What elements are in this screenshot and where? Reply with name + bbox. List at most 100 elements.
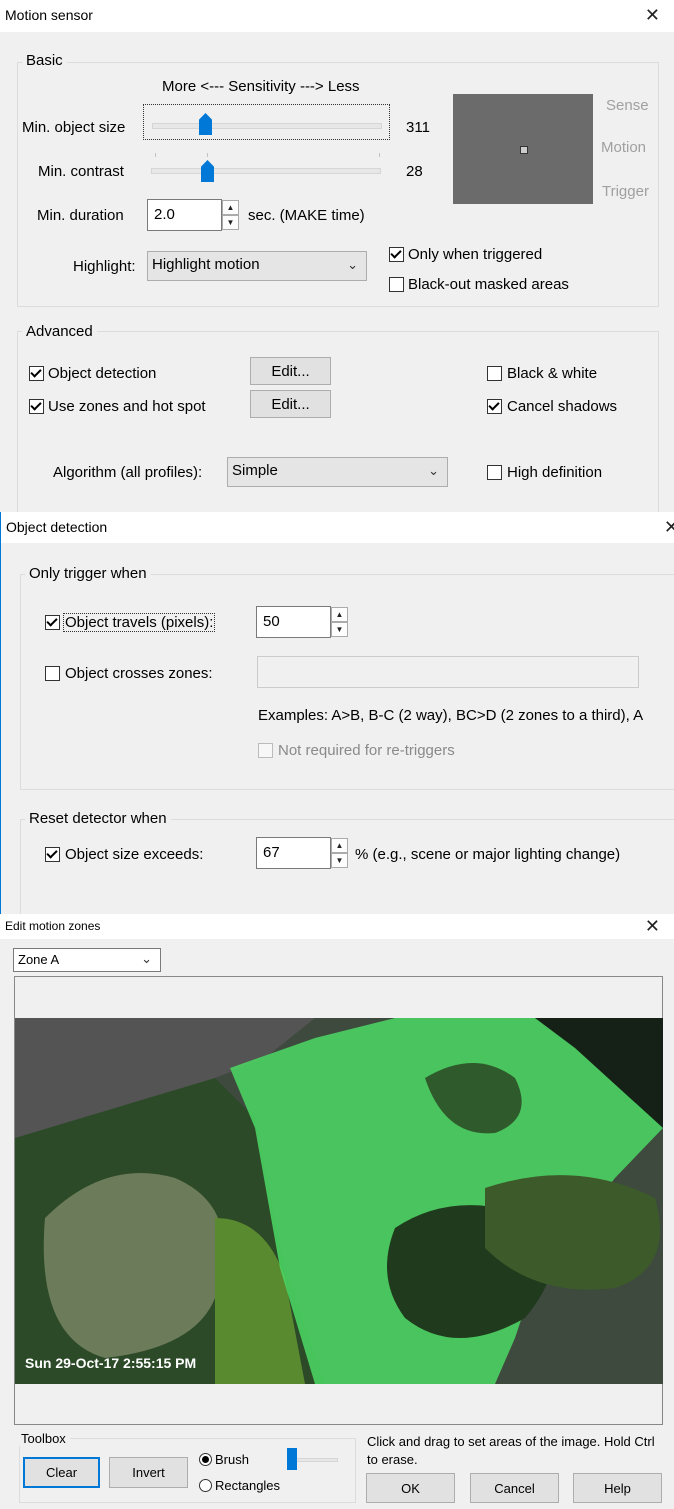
- min-object-size-slider[interactable]: [143, 104, 390, 140]
- spin-up-icon[interactable]: ▲: [331, 607, 348, 622]
- highlight-label: Highlight:: [73, 258, 136, 275]
- min-duration-unit: sec. (MAKE time): [248, 207, 365, 224]
- size-exceeds-checkbox[interactable]: [45, 847, 60, 862]
- min-duration-spinner[interactable]: ▲ ▼: [222, 200, 239, 230]
- brush-size-slider[interactable]: [284, 1445, 340, 1473]
- clear-button[interactable]: Clear: [23, 1457, 100, 1488]
- black-white-checkbox[interactable]: [487, 366, 502, 381]
- object-detection-label[interactable]: Object detection: [48, 365, 156, 382]
- min-object-size-value: 311: [406, 119, 430, 136]
- min-duration-input[interactable]: 2.0: [147, 199, 222, 231]
- only-when-triggered-checkbox[interactable]: [389, 247, 404, 262]
- preview-sense-label: Sense: [606, 97, 649, 114]
- only-when-triggered-label[interactable]: Only when triggered: [408, 246, 542, 263]
- brush-radio[interactable]: [199, 1453, 212, 1466]
- reset-group-label: Reset detector when: [25, 810, 171, 827]
- spin-down-icon[interactable]: ▼: [331, 853, 348, 868]
- chevron-down-icon: ⌄: [141, 951, 152, 966]
- edit-zones-window: Edit motion zones ✕ Zone A ⌄ Sun 29-Oct-…: [0, 914, 674, 1509]
- black-out-masked-checkbox[interactable]: [389, 277, 404, 292]
- object-crosses-label[interactable]: Object crosses zones:: [65, 665, 213, 682]
- zone-selected: Zone A: [18, 952, 60, 967]
- highlight-selected: Highlight motion: [152, 256, 260, 273]
- black-white-label[interactable]: Black & white: [507, 365, 597, 382]
- camera-image[interactable]: Sun 29-Oct-17 2:55:15 PM: [15, 1018, 663, 1384]
- highlight-select[interactable]: Highlight motion ⌄: [147, 251, 367, 281]
- high-definition-label[interactable]: High definition: [507, 464, 602, 481]
- chevron-down-icon: ⌄: [347, 257, 358, 272]
- slider-tick: [207, 153, 208, 157]
- object-crosses-checkbox[interactable]: [45, 666, 60, 681]
- spin-up-icon[interactable]: ▲: [222, 200, 239, 215]
- spin-down-icon[interactable]: ▼: [331, 622, 348, 637]
- motion-sensor-window: Motion sensor ✕ Basic More <--- Sensitiv…: [0, 0, 674, 512]
- size-exceeds-input[interactable]: 67: [256, 837, 331, 869]
- preview-marker: [520, 146, 528, 154]
- use-zones-edit-button[interactable]: Edit...: [250, 390, 331, 418]
- cancel-shadows-checkbox[interactable]: [487, 399, 502, 414]
- object-detection-window: Object detection ✕ Only trigger when Obj…: [0, 512, 674, 914]
- object-travels-spinner[interactable]: ▲ ▼: [331, 607, 348, 637]
- brush-label[interactable]: Brush: [215, 1452, 249, 1467]
- spin-down-icon[interactable]: ▼: [222, 215, 239, 230]
- size-exceeds-spinner[interactable]: ▲ ▼: [331, 838, 348, 868]
- object-detection-checkbox[interactable]: [29, 366, 44, 381]
- rectangles-label[interactable]: Rectangles: [215, 1478, 280, 1493]
- slider-thumb[interactable]: [199, 113, 212, 135]
- min-contrast-slider[interactable]: [143, 150, 390, 186]
- title-bar: Edit motion zones ✕: [0, 914, 674, 939]
- invert-button[interactable]: Invert: [109, 1457, 188, 1488]
- min-contrast-value: 28: [406, 163, 423, 180]
- algorithm-label: Algorithm (all profiles):: [53, 464, 203, 481]
- examples-text: Examples: A>B, B-C (2 way), BC>D (2 zone…: [258, 707, 644, 724]
- object-travels-checkbox[interactable]: [45, 615, 60, 630]
- size-exceeds-label[interactable]: Object size exceeds:: [65, 846, 203, 863]
- slider-track: [152, 123, 382, 129]
- help-button[interactable]: Help: [573, 1473, 662, 1503]
- title-bar: Motion sensor ✕: [0, 0, 674, 32]
- object-travels-input[interactable]: 50: [256, 606, 331, 638]
- ok-button[interactable]: OK: [366, 1473, 455, 1503]
- preview-motion-label: Motion: [601, 139, 647, 156]
- camera-timestamp: Sun 29-Oct-17 2:55:15 PM: [25, 1355, 196, 1371]
- window-title: Edit motion zones: [5, 919, 101, 933]
- motion-preview: [453, 94, 593, 204]
- high-definition-checkbox[interactable]: [487, 465, 502, 480]
- not-required-label: Not required for re-triggers: [278, 742, 455, 759]
- size-exceeds-suffix: % (e.g., scene or major lighting change): [355, 846, 621, 863]
- spin-up-icon[interactable]: ▲: [331, 838, 348, 853]
- object-travels-label[interactable]: Object travels (pixels):: [63, 613, 216, 632]
- slider-thumb[interactable]: [287, 1448, 297, 1470]
- algorithm-select[interactable]: Simple ⌄: [227, 457, 448, 487]
- use-zones-checkbox[interactable]: [29, 399, 44, 414]
- title-bar: Object detection ✕: [1, 512, 674, 543]
- not-required-checkbox: [258, 743, 273, 758]
- rectangles-radio[interactable]: [199, 1479, 212, 1492]
- min-contrast-label: Min. contrast: [38, 163, 124, 180]
- black-out-masked-label[interactable]: Black-out masked areas: [408, 276, 569, 293]
- window-title: Object detection: [6, 519, 108, 535]
- cancel-button[interactable]: Cancel: [470, 1473, 559, 1503]
- advanced-group-label: Advanced: [22, 323, 97, 340]
- close-icon[interactable]: ✕: [645, 5, 660, 26]
- only-trigger-group-label: Only trigger when: [25, 565, 151, 582]
- cancel-shadows-label[interactable]: Cancel shadows: [507, 398, 617, 415]
- min-object-size-label: Min. object size: [22, 119, 126, 136]
- preview-trigger-label: Trigger: [602, 183, 649, 200]
- close-icon[interactable]: ✕: [645, 916, 660, 937]
- toolbox-group-label: Toolbox: [17, 1431, 70, 1446]
- sensitivity-label: More <--- Sensitivity ---> Less: [162, 78, 360, 95]
- slider-tick: [155, 153, 156, 157]
- chevron-down-icon: ⌄: [428, 463, 439, 478]
- hint-text: Click and drag to set areas of the image…: [367, 1434, 655, 1467]
- object-detection-edit-button[interactable]: Edit...: [250, 357, 331, 385]
- basic-group-label: Basic: [22, 52, 67, 69]
- slider-tick: [379, 153, 380, 157]
- slider-thumb[interactable]: [201, 160, 214, 182]
- window-title: Motion sensor: [5, 7, 93, 23]
- use-zones-label[interactable]: Use zones and hot spot: [48, 398, 206, 415]
- algorithm-selected: Simple: [232, 462, 278, 479]
- min-duration-label: Min. duration: [37, 207, 124, 224]
- zone-select[interactable]: Zone A ⌄: [13, 948, 161, 972]
- close-icon[interactable]: ✕: [664, 517, 674, 538]
